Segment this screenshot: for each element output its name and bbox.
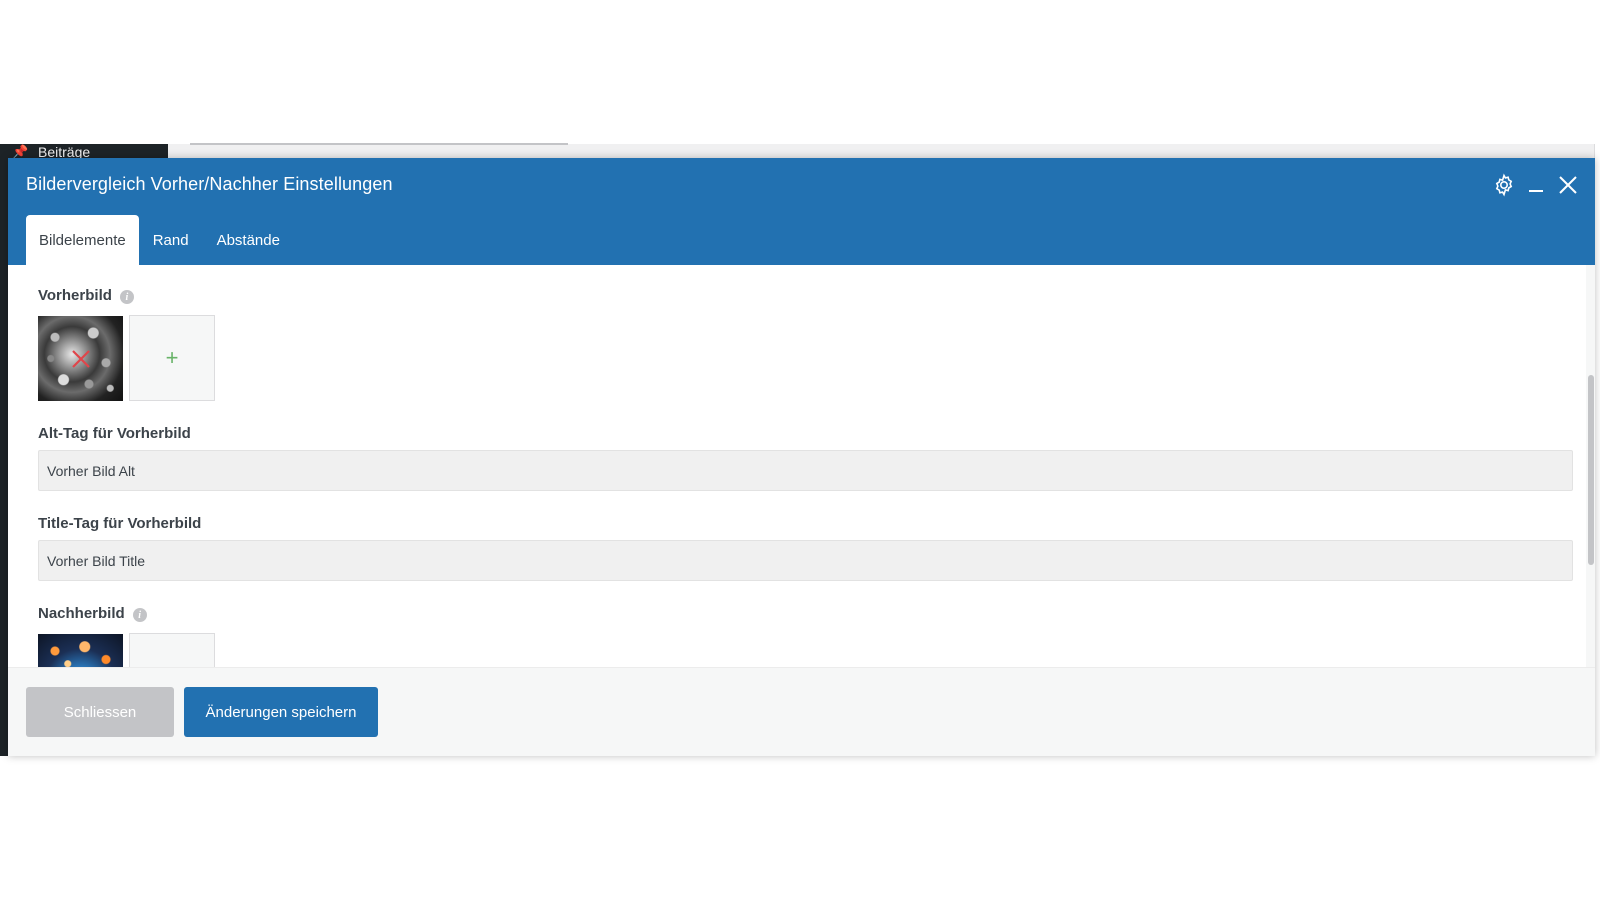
minimize-icon[interactable] (1523, 172, 1549, 198)
scrollbar-thumb[interactable] (1588, 375, 1594, 565)
add-before-image-button[interactable]: + (129, 315, 215, 401)
before-title-label-text: Title-Tag für Vorherbild (38, 515, 202, 532)
after-image-label: Nachherbild i (38, 605, 147, 622)
info-icon[interactable]: i (119, 290, 134, 304)
before-alt-input[interactable] (38, 450, 1573, 491)
info-icon[interactable]: i (132, 608, 147, 622)
before-image-label-text: Vorherbild (38, 287, 112, 304)
plus-icon: + (165, 345, 179, 370)
after-image-thumbnail[interactable] (38, 634, 123, 667)
tab-abstaende[interactable]: Abstände (203, 215, 294, 265)
settings-modal: Bildervergleich Vorher/Nachher Einstellu… (8, 158, 1595, 756)
screen: 📌 Beiträge Bildervergleich Vorher/Nachhe… (0, 0, 1600, 900)
modal-scrollbar[interactable] (1586, 265, 1595, 667)
tab-bildelemente[interactable]: Bildelemente (26, 215, 139, 265)
gear-icon[interactable] (1491, 172, 1517, 198)
close-icon[interactable] (1555, 172, 1581, 198)
modal-body: Vorherbild i + Alt-Tag für Vorherbild Ti… (8, 265, 1586, 667)
save-changes-button[interactable]: Änderungen speichern (184, 687, 378, 737)
before-alt-label: Alt-Tag für Vorherbild (38, 425, 191, 442)
after-image-label-text: Nachherbild (38, 605, 125, 622)
before-title-input[interactable] (38, 540, 1573, 581)
admin-divider (190, 143, 568, 145)
before-alt-label-text: Alt-Tag für Vorherbild (38, 425, 191, 442)
add-after-image-button[interactable] (129, 633, 215, 667)
close-button[interactable]: Schliessen (26, 687, 174, 737)
modal-header: Bildervergleich Vorher/Nachher Einstellu… (8, 158, 1595, 265)
pin-icon: 📌 (12, 144, 29, 159)
modal-footer: Schliessen Änderungen speichern (8, 667, 1595, 756)
before-title-label: Title-Tag für Vorherbild (38, 515, 201, 532)
modal-title: Bildervergleich Vorher/Nachher Einstellu… (26, 174, 393, 194)
before-image-thumbnail[interactable] (38, 316, 123, 401)
before-image-label: Vorherbild i (38, 287, 134, 304)
modal-tabs: Bildelemente Rand Abstände (26, 215, 294, 265)
remove-image-icon[interactable] (69, 347, 93, 371)
header-icons (1491, 172, 1581, 198)
tab-rand[interactable]: Rand (139, 215, 203, 265)
